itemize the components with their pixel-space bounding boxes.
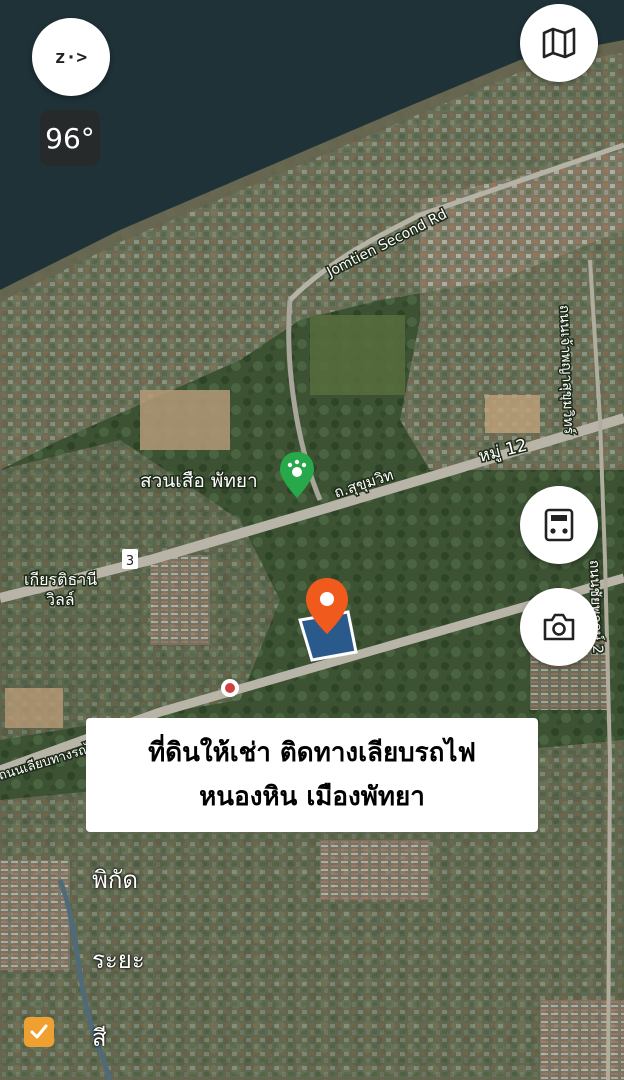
listing-banner: ที่ดินให้เช่า ติดทางเลียบรถไฟ หนองหิน เม… xyxy=(86,718,538,832)
compass-glyph: z·> xyxy=(54,46,88,68)
checkbox[interactable] xyxy=(24,1017,54,1047)
route-shield: 3 xyxy=(122,549,138,569)
banner-line1: ที่ดินให้เช่า ติดทางเลียบรถไฟ xyxy=(148,738,476,768)
svg-text:3: 3 xyxy=(126,554,134,569)
side-label-color: สี xyxy=(92,1024,107,1052)
banner-line2: หนองหิน เมืองพัทยา xyxy=(199,782,425,812)
camera-button[interactable] xyxy=(520,588,598,666)
rail-station-icon xyxy=(221,679,239,697)
calculator-icon xyxy=(544,508,574,542)
calculator-button[interactable] xyxy=(520,486,598,564)
heading-badge: 96° xyxy=(40,110,100,166)
map-layers-button[interactable] xyxy=(520,4,598,82)
camera-icon xyxy=(543,613,575,641)
map-icon xyxy=(542,27,576,59)
village-label-line2: วิลล์ xyxy=(46,590,75,609)
heading-value: 96° xyxy=(45,121,95,155)
side-label-distance: ระยะ xyxy=(92,946,145,974)
zoo-label: สวนเสือ พัทยา xyxy=(140,470,258,492)
side-label-coords: พิกัด xyxy=(92,866,138,894)
compass-button[interactable]: z·> xyxy=(32,18,110,96)
village-label-line1: เกียรติธานี xyxy=(24,570,97,589)
check-icon xyxy=(30,1024,48,1039)
